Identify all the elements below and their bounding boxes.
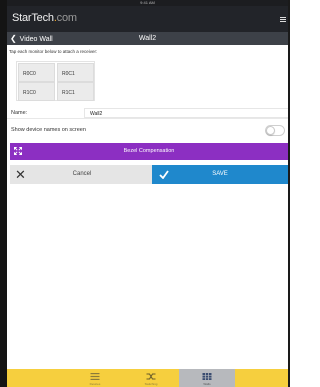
device-names-row: Show device names on screen — [7, 125, 288, 139]
bottom-tab-bar: Devices Switching Walls — [7, 369, 288, 387]
monitor-grid: R0C0 R0C1 R1C0 R1C1 — [16, 61, 95, 101]
logo-main: StarTech — [12, 12, 54, 24]
wall-name-input[interactable]: Wall2 — [84, 108, 288, 118]
right-edge — [288, 0, 290, 387]
logo-suffix: com — [56, 12, 77, 24]
page-title: Wall2 — [138, 35, 157, 42]
tab-label: Devices — [89, 382, 101, 386]
name-label: Name: — [11, 110, 28, 116]
left-edge — [0, 0, 7, 387]
startech-logo: StarTech.com — [12, 12, 77, 24]
shuffle-icon — [146, 373, 156, 380]
bezel-compensation-button[interactable]: Bezel Compensation — [10, 143, 288, 160]
monitor-r0c1[interactable]: R0C1 — [57, 63, 94, 82]
grid-icon — [202, 373, 212, 380]
toggle-knob — [266, 126, 275, 135]
name-row: Name: Wall2 — [7, 107, 288, 119]
hamburger-menu-icon[interactable] — [280, 17, 286, 22]
save-label: SAVE — [212, 171, 228, 177]
list-icon — [90, 373, 100, 380]
bezel-compensation-label: Bezel Compensation — [123, 148, 175, 154]
device-names-toggle[interactable] — [265, 125, 285, 136]
monitor-r1c0[interactable]: R1C0 — [18, 82, 55, 101]
monitor-r0c0[interactable]: R0C0 — [18, 63, 55, 82]
status-time: 9:41 AM — [140, 0, 155, 5]
monitor-r1c1[interactable]: R1C1 — [57, 82, 94, 101]
monitor-label: R0C1 — [62, 71, 75, 77]
tab-switching[interactable]: Switching — [123, 369, 179, 387]
monitor-label: R0C0 — [23, 71, 36, 77]
device-names-label: Show device names on screen — [11, 127, 86, 133]
monitor-label: R1C0 — [23, 90, 36, 96]
instruction-text: Tap each monitor below to attach a recei… — [9, 49, 98, 54]
save-button[interactable]: SAVE — [152, 165, 288, 184]
cancel-label: Cancel — [72, 171, 92, 177]
navigation-bar: ❮ Video Wall Wall2 — [7, 32, 288, 45]
tab-devices[interactable]: Devices — [67, 369, 123, 387]
tab-walls[interactable]: Walls — [179, 369, 235, 387]
tab-label: Walls — [203, 382, 211, 386]
cancel-button[interactable]: ✕ Cancel — [10, 165, 154, 184]
app-window: 9:41 AM StarTech.com ❮ Video Wall Wall2 … — [7, 0, 288, 387]
monitor-label: R1C1 — [62, 90, 75, 96]
brand-bar: StarTech.com — [7, 6, 288, 32]
tab-label: Switching — [144, 382, 158, 386]
